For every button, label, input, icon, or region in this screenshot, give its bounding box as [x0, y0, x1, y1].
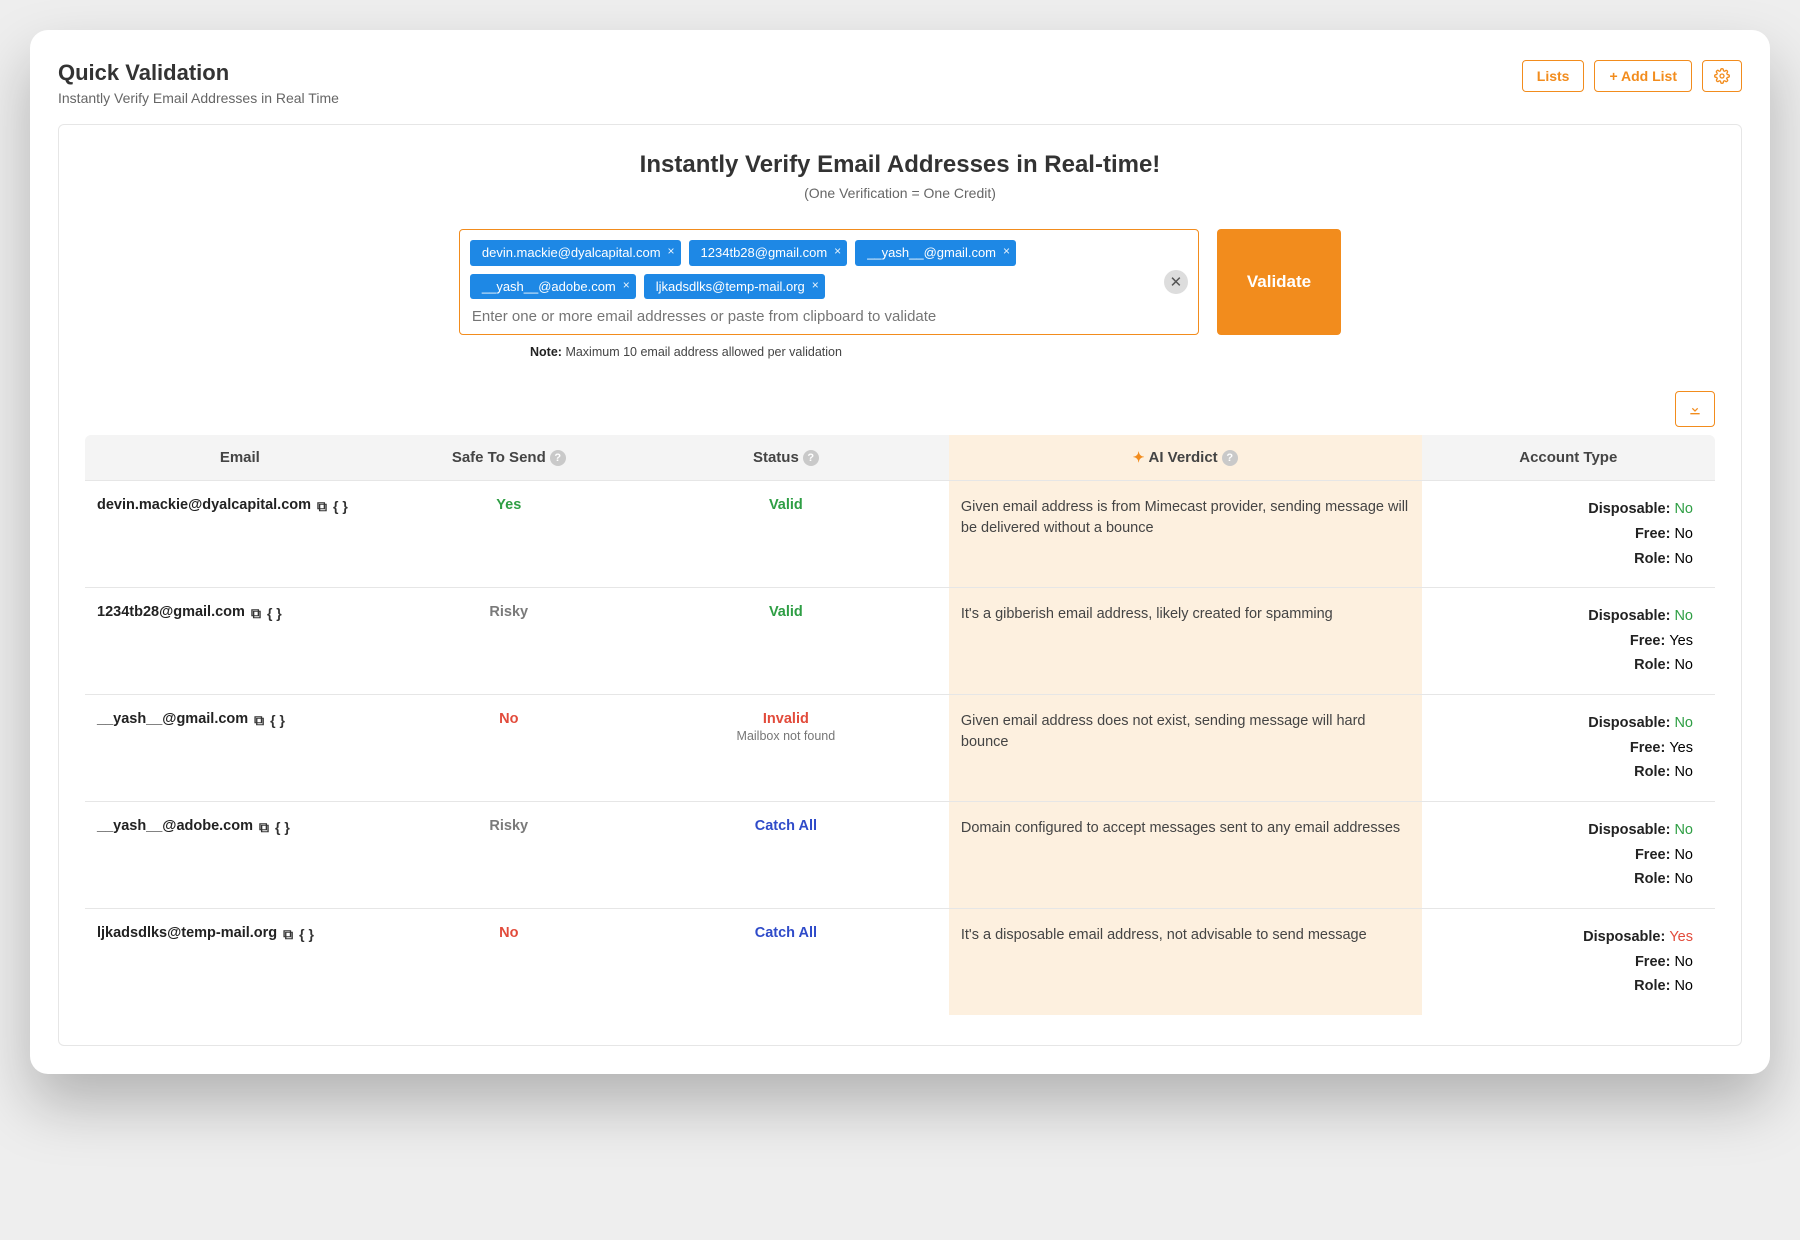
gear-icon	[1714, 68, 1730, 84]
cell-status: Catch All	[623, 908, 949, 1014]
help-icon[interactable]: ?	[1222, 450, 1238, 466]
cell-safe-to-send: Risky	[395, 588, 623, 695]
app-window: Quick Validation Instantly Verify Email …	[30, 30, 1770, 1074]
page-header: Quick Validation Instantly Verify Email …	[58, 60, 1742, 106]
chip-container: devin.mackie@dyalcapital.com 1234tb28@gma…	[470, 240, 1154, 299]
input-note: Note: Maximum 10 email address allowed p…	[530, 345, 1270, 359]
col-header-status: Status?	[623, 435, 949, 481]
page-subtitle: Instantly Verify Email Addresses in Real…	[58, 90, 339, 106]
table-header-row: Email Safe To Send? Status? ✦AI Verdict?…	[85, 435, 1715, 481]
cell-status: Valid	[623, 481, 949, 588]
help-icon[interactable]: ?	[550, 450, 566, 466]
results-table: Email Safe To Send? Status? ✦AI Verdict?…	[85, 435, 1715, 1015]
note-text: Maximum 10 email address allowed per val…	[565, 345, 842, 359]
hero-title: Instantly Verify Email Addresses in Real…	[85, 151, 1715, 179]
col-header-email: Email	[85, 435, 395, 481]
email-text: ljkadsdlks@temp-mail.org	[97, 925, 277, 941]
email-text-input[interactable]	[470, 307, 1154, 326]
page-header-actions: Lists + Add List	[1522, 60, 1742, 92]
cell-email: __yash__@gmail.com ⧉ { }	[85, 695, 395, 802]
cell-ai-verdict: Given email address does not exist, send…	[949, 695, 1422, 802]
download-button[interactable]	[1675, 391, 1715, 427]
email-chip-input[interactable]: devin.mackie@dyalcapital.com 1234tb28@gma…	[459, 229, 1199, 335]
email-text: 1234tb28@gmail.com	[97, 604, 245, 620]
status-sub: Mailbox not found	[635, 729, 937, 743]
cell-status: Catch All	[623, 801, 949, 908]
copy-icon[interactable]: ⧉	[251, 605, 261, 622]
cell-account-type: Disposable: NoFree: YesRole: No	[1422, 695, 1715, 802]
cell-email: ljkadsdlks@temp-mail.org ⧉ { }	[85, 908, 395, 1014]
table-row: __yash__@gmail.com ⧉ { } NoInvalidMailbox n…	[85, 695, 1715, 802]
cell-status: InvalidMailbox not found	[623, 695, 949, 802]
clear-input-button[interactable]: ✕	[1164, 270, 1188, 294]
close-icon: ✕	[1170, 273, 1183, 291]
cell-safe-to-send: No	[395, 695, 623, 802]
cell-ai-verdict: Domain configured to accept messages sen…	[949, 801, 1422, 908]
json-icon[interactable]: { }	[299, 926, 314, 943]
cell-account-type: Disposable: NoFree: NoRole: No	[1422, 481, 1715, 588]
table-row: 1234tb28@gmail.com ⧉ { } RiskyValidIt's a g…	[85, 588, 1715, 695]
json-icon[interactable]: { }	[333, 498, 348, 515]
cell-safe-to-send: Yes	[395, 481, 623, 588]
cell-email: devin.mackie@dyalcapital.com ⧉ { }	[85, 481, 395, 588]
cell-ai-verdict: It's a gibberish email address, likely c…	[949, 588, 1422, 695]
copy-icon[interactable]: ⧉	[259, 819, 269, 836]
page-title: Quick Validation	[58, 60, 339, 86]
settings-button[interactable]	[1702, 60, 1742, 92]
download-icon	[1687, 401, 1703, 417]
col-header-safe: Safe To Send?	[395, 435, 623, 481]
sparkle-icon: ✦	[1133, 449, 1145, 465]
col-header-account-type: Account Type	[1422, 435, 1715, 481]
cell-account-type: Disposable: NoFree: NoRole: No	[1422, 801, 1715, 908]
input-row: devin.mackie@dyalcapital.com 1234tb28@gma…	[85, 229, 1715, 335]
cell-account-type: Disposable: YesFree: NoRole: No	[1422, 908, 1715, 1014]
email-chip[interactable]: __yash__@adobe.com	[470, 274, 636, 300]
cell-safe-to-send: No	[395, 908, 623, 1014]
json-icon[interactable]: { }	[267, 605, 282, 622]
email-text: __yash__@gmail.com	[97, 711, 248, 727]
cell-email: __yash__@adobe.com ⧉ { }	[85, 801, 395, 908]
cell-ai-verdict: Given email address is from Mimecast pro…	[949, 481, 1422, 588]
copy-icon[interactable]: ⧉	[254, 712, 264, 729]
help-icon[interactable]: ?	[803, 450, 819, 466]
validation-card: Instantly Verify Email Addresses in Real…	[58, 124, 1742, 1046]
email-text: devin.mackie@dyalcapital.com	[97, 497, 311, 513]
copy-icon[interactable]: ⧉	[283, 926, 293, 943]
email-chip[interactable]: devin.mackie@dyalcapital.com	[470, 240, 681, 266]
cell-email: 1234tb28@gmail.com ⧉ { }	[85, 588, 395, 695]
note-label: Note:	[530, 345, 562, 359]
lists-button[interactable]: Lists	[1522, 60, 1585, 92]
json-icon[interactable]: { }	[270, 712, 285, 729]
validate-button[interactable]: Validate	[1217, 229, 1341, 335]
table-row: devin.mackie@dyalcapital.com ⧉ { } YesValid…	[85, 481, 1715, 588]
copy-icon[interactable]: ⧉	[317, 498, 327, 515]
email-chip[interactable]: 1234tb28@gmail.com	[689, 240, 848, 266]
cell-safe-to-send: Risky	[395, 801, 623, 908]
page-header-left: Quick Validation Instantly Verify Email …	[58, 60, 339, 106]
hero-subtitle: (One Verification = One Credit)	[85, 185, 1715, 201]
email-chip[interactable]: ljkadsdlks@temp-mail.org	[644, 274, 825, 300]
cell-status: Valid	[623, 588, 949, 695]
table-row: ljkadsdlks@temp-mail.org ⧉ { } NoCatch AllI…	[85, 908, 1715, 1014]
download-row	[85, 391, 1715, 427]
table-row: __yash__@adobe.com ⧉ { } RiskyCatch AllDoma…	[85, 801, 1715, 908]
add-list-button[interactable]: + Add List	[1594, 60, 1692, 92]
email-chip[interactable]: __yash__@gmail.com	[855, 240, 1016, 266]
email-text: __yash__@adobe.com	[97, 818, 253, 834]
json-icon[interactable]: { }	[275, 819, 290, 836]
cell-ai-verdict: It's a disposable email address, not adv…	[949, 908, 1422, 1014]
cell-account-type: Disposable: NoFree: YesRole: No	[1422, 588, 1715, 695]
col-header-ai-verdict: ✦AI Verdict?	[949, 435, 1422, 481]
